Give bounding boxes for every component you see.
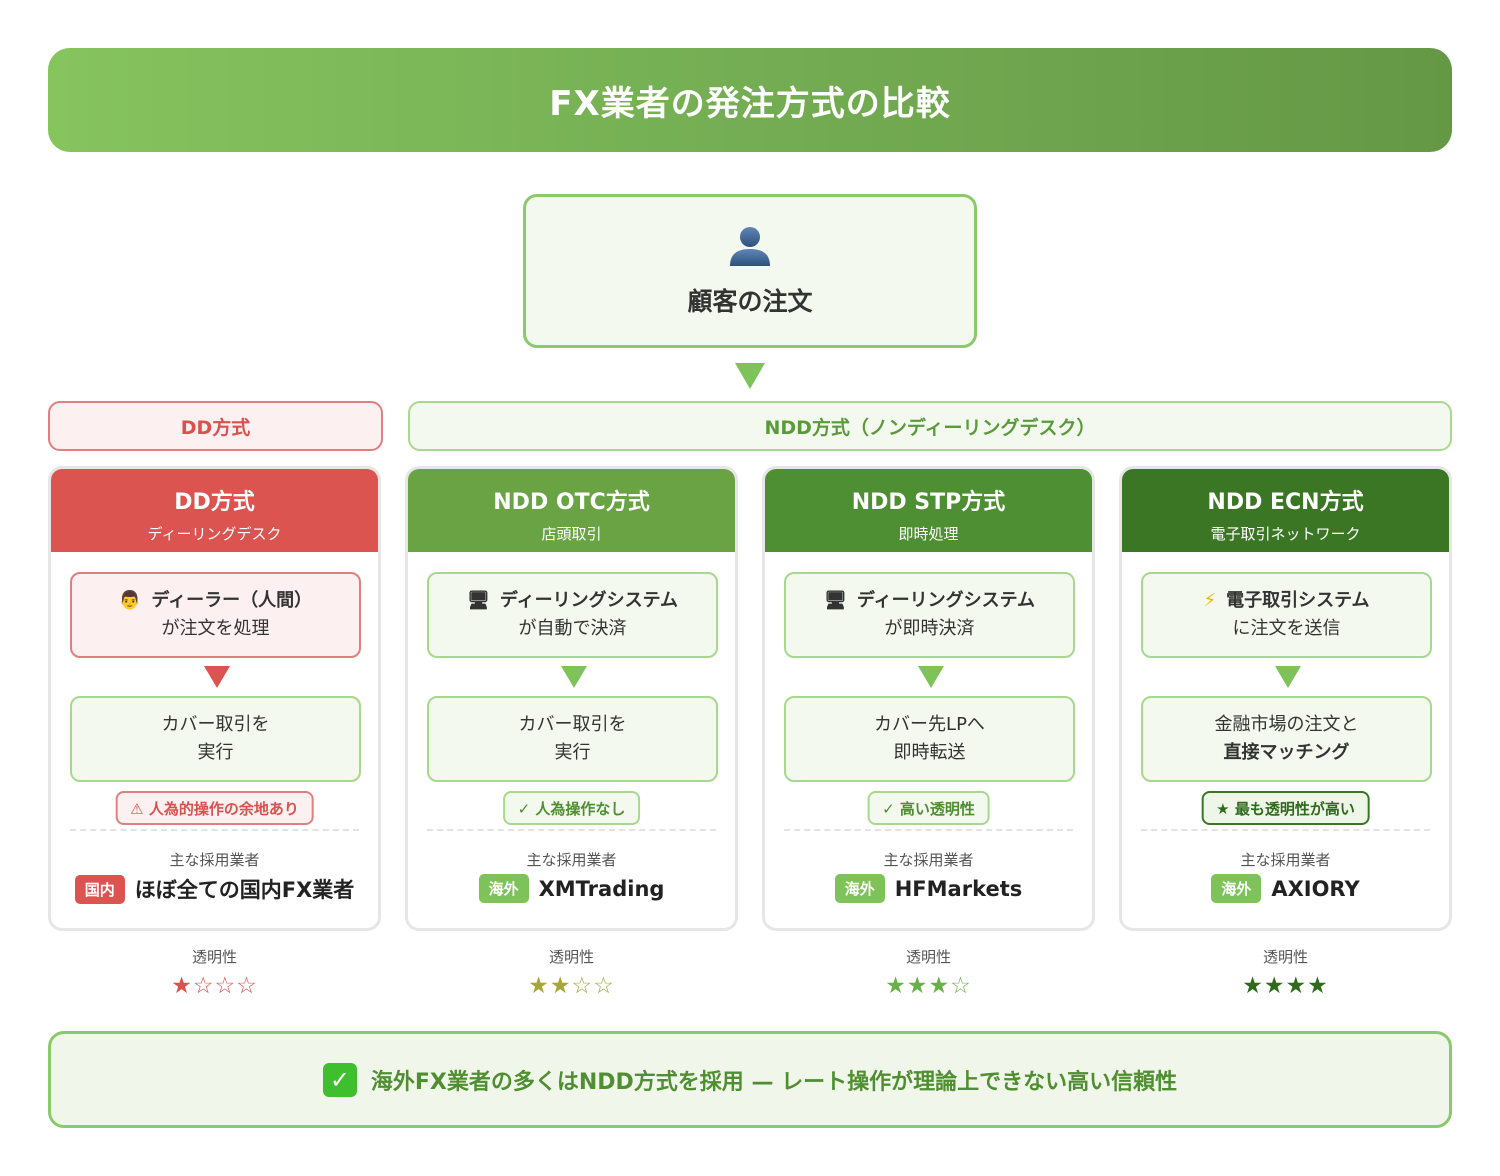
user-icon — [730, 227, 770, 266]
feature-badge: ★ 最も透明性が高い — [1201, 791, 1370, 825]
adopter-label: 主な採用業者 — [883, 851, 974, 869]
column-ndd-stp: NDD STP方式 即時処理 🖥 ディーリングシステム が即時決済 カバー先LPへ… — [762, 466, 1095, 931]
process-step: 🖥 ディーリングシステム が即時決済 — [784, 572, 1075, 658]
divider — [70, 829, 359, 831]
column-title: DD方式 — [174, 490, 255, 515]
region-tag: 国内 — [74, 874, 125, 904]
column-dd: DD方式 ディーリングデスク 👨 ディーラー（人間） が注文を処理 カバー取引を … — [48, 466, 381, 931]
step-line: 即時転送 — [893, 742, 966, 763]
adopter: 海外 AXIORY — [1122, 874, 1449, 903]
divider — [1141, 829, 1430, 831]
step-desc: が自動で決済 — [518, 618, 627, 639]
column-title: NDD OTC方式 — [493, 490, 650, 515]
column-header: DD方式 ディーリングデスク — [51, 469, 378, 552]
region-tag: 海外 — [834, 874, 885, 903]
customer-order-box: 顧客の注文 — [523, 194, 977, 348]
divider — [427, 829, 716, 831]
region-tag: 海外 — [1211, 874, 1262, 903]
step-title: 電子取引システム — [1226, 590, 1370, 611]
column-ndd-ecn: NDD ECN方式 電子取引ネットワーク ⚡ 電子取引システム に注文を送信 金融… — [1119, 466, 1452, 931]
arrow-down-icon — [918, 666, 944, 688]
process-step: 🖥 ディーリングシステム が自動で決済 — [427, 572, 718, 658]
column-ndd-otc: NDD OTC方式 店頭取引 🖥 ディーリングシステム が自動で決済 カバー取引を… — [405, 466, 738, 931]
page-title: FX業者の発注方式の比較 — [48, 48, 1452, 152]
process-step: 👨 ディーラー（人間） が注文を処理 — [70, 572, 361, 658]
computer-icon: 🖥 — [466, 590, 490, 611]
computer-icon: 🖥 — [823, 590, 847, 611]
transparency-rating: 透明性 ★☆☆☆ — [48, 946, 381, 999]
process-step: 金融市場の注文と 直接マッチング — [1141, 696, 1432, 782]
transparency-label: 透明性 — [191, 948, 237, 966]
group-ndd-label: NDD方式（ノンディーリングデスク） — [408, 401, 1452, 451]
step-line: 実行 — [554, 742, 591, 763]
step-line: 金融市場の注文と — [1214, 714, 1359, 735]
star-rating: ★★☆☆ — [528, 973, 615, 999]
process-step: ⚡ 電子取引システム に注文を送信 — [1141, 572, 1432, 658]
adopter: 海外 XMTrading — [408, 874, 735, 903]
step-line: カバー取引を — [518, 714, 627, 735]
step-title: ディーリングシステム — [499, 590, 679, 611]
lightning-icon: ⚡ — [1203, 590, 1217, 611]
transparency-label: 透明性 — [905, 948, 951, 966]
feature-badge: ✓ 高い透明性 — [867, 791, 990, 825]
arrow-down-icon — [735, 363, 765, 389]
adopter: 海外 HFMarkets — [765, 874, 1092, 903]
adopter: 国内 ほぼ全ての国内FX業者 — [51, 874, 378, 904]
arrow-down-icon — [561, 666, 587, 688]
step-title: ディーラー（人間） — [151, 590, 313, 611]
column-header: NDD STP方式 即時処理 — [765, 469, 1092, 552]
step-line: 直接マッチング — [1223, 742, 1350, 763]
broker-name: ほぼ全ての国内FX業者 — [134, 878, 355, 902]
adopter-label: 主な採用業者 — [1240, 851, 1331, 869]
column-subtitle: 店頭取引 — [541, 525, 602, 543]
process-step: カバー取引を 実行 — [70, 696, 361, 782]
step-line: 実行 — [197, 742, 234, 763]
transparency-label: 透明性 — [548, 948, 594, 966]
transparency-label: 透明性 — [1262, 948, 1308, 966]
star-rating: ★★★☆ — [885, 973, 972, 999]
star-rating: ★☆☆☆ — [171, 973, 258, 999]
step-title: ディーリングシステム — [856, 590, 1036, 611]
arrow-down-icon — [1275, 666, 1301, 688]
broker-name: AXIORY — [1271, 876, 1360, 901]
region-tag: 海外 — [478, 874, 529, 903]
divider — [784, 829, 1073, 831]
column-subtitle: 電子取引ネットワーク — [1210, 525, 1361, 543]
transparency-rating: 透明性 ★★☆☆ — [405, 946, 738, 999]
step-line: カバー取引を — [161, 714, 270, 735]
process-step: カバー先LPへ 即時転送 — [784, 696, 1075, 782]
customer-order-label: 顧客の注文 — [687, 287, 813, 316]
step-desc: に注文を送信 — [1232, 618, 1341, 639]
step-desc: が注文を処理 — [161, 618, 270, 639]
column-header: NDD OTC方式 店頭取引 — [408, 469, 735, 552]
arrow-down-icon — [204, 666, 230, 688]
column-title: NDD STP方式 — [851, 490, 1006, 515]
column-subtitle: 即時処理 — [898, 525, 959, 543]
column-subtitle: ディーリングデスク — [147, 525, 282, 543]
broker-name: XMTrading — [538, 876, 665, 901]
feature-badge: ✓ 人為操作なし — [502, 791, 641, 825]
transparency-rating: 透明性 ★★★☆ — [762, 946, 1095, 999]
process-step: カバー取引を 実行 — [427, 696, 718, 782]
star-rating: ★★★★ — [1242, 973, 1329, 999]
dealer-person-icon: 👨 — [118, 590, 142, 611]
summary-text: 海外FX業者の多くはNDD方式を採用 — レート操作が理論上できない高い信頼性 — [370, 1069, 1178, 1095]
adopter-label: 主な採用業者 — [526, 851, 617, 869]
transparency-rating: 透明性 ★★★★ — [1119, 946, 1452, 999]
check-icon: ✓ — [322, 1062, 357, 1097]
summary-footer: ✓ 海外FX業者の多くはNDD方式を採用 — レート操作が理論上できない高い信頼… — [48, 1031, 1452, 1128]
step-line: カバー先LPへ — [874, 714, 985, 735]
adopter-label: 主な採用業者 — [169, 851, 260, 869]
column-title: NDD ECN方式 — [1207, 490, 1364, 515]
group-dd-label: DD方式 — [48, 401, 383, 451]
broker-name: HFMarkets — [894, 876, 1023, 901]
column-header: NDD ECN方式 電子取引ネットワーク — [1122, 469, 1449, 552]
step-desc: が即時決済 — [884, 618, 975, 639]
warning-badge: ⚠ 人為的操作の余地あり — [115, 791, 314, 825]
